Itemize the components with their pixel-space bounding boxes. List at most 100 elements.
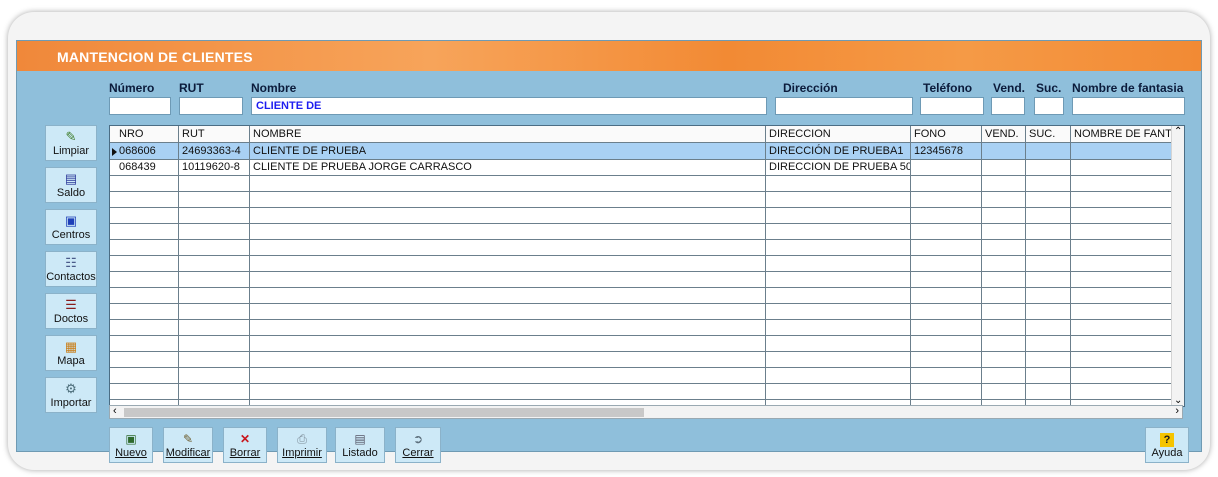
chevron-up-icon[interactable]: ⌃ bbox=[1174, 126, 1182, 137]
empty-table-row[interactable] bbox=[110, 223, 1184, 240]
grid-header: NRO RUT NOMBRE DIRECCION FONO VEND. SUC.… bbox=[110, 126, 1184, 143]
cell-direccion: DIRECCIÓN DE PRUEBA1 bbox=[769, 145, 904, 157]
clientes-window: MANTENCION DE CLIENTES Número RUT Nombre… bbox=[16, 40, 1202, 463]
doctos-label: Doctos bbox=[53, 313, 89, 325]
header-rut: RUT bbox=[179, 81, 204, 95]
header-direccion: Dirección bbox=[783, 81, 838, 95]
mapa-label: Mapa bbox=[57, 355, 85, 367]
empty-table-row[interactable] bbox=[110, 303, 1184, 320]
header-numero: Número bbox=[109, 81, 155, 95]
empty-table-row[interactable] bbox=[110, 239, 1184, 256]
cell-fantasia bbox=[1071, 143, 1173, 159]
empty-table-row[interactable] bbox=[110, 367, 1184, 384]
nuevo-button[interactable]: ▣ Nuevo bbox=[109, 427, 153, 463]
col-rut[interactable]: RUT bbox=[179, 126, 249, 142]
list-icon: ▤ bbox=[354, 432, 366, 446]
cell-vend bbox=[982, 143, 1026, 159]
fantasia-input[interactable] bbox=[1072, 97, 1185, 115]
numero-input[interactable] bbox=[109, 97, 171, 115]
col-divider bbox=[1070, 126, 1071, 406]
doctos-button[interactable]: ☰ Doctos bbox=[45, 293, 97, 329]
horizontal-scrollbar[interactable]: ‹ › bbox=[109, 405, 1183, 419]
col-nro[interactable]: NRO bbox=[116, 126, 176, 142]
cell-nombre: CLIENTE DE PRUEBA bbox=[253, 145, 367, 157]
edit-icon: ✎ bbox=[182, 432, 194, 446]
limpiar-button[interactable]: ✎ Limpiar bbox=[45, 125, 97, 161]
borrar-label: Borrar bbox=[229, 447, 261, 459]
table-row[interactable]: 068439 10119620-8 CLIENTE DE PRUEBA JORG… bbox=[110, 159, 1184, 176]
cell-fono bbox=[911, 159, 981, 175]
empty-table-row[interactable] bbox=[110, 271, 1184, 288]
empty-table-row[interactable] bbox=[110, 191, 1184, 208]
empty-table-row[interactable] bbox=[110, 351, 1184, 368]
table-row[interactable]: 068606 24693363-4 CLIENTE DE PRUEBA DIRE… bbox=[110, 143, 1184, 160]
documents-icon: ☰ bbox=[65, 297, 77, 312]
saldo-button[interactable]: ▤ Saldo bbox=[45, 167, 97, 203]
contactos-button[interactable]: ☷ Contactos bbox=[45, 251, 97, 287]
cell-direccion: DIRECCION DE PRUEBA 50 bbox=[769, 161, 911, 173]
window-frame: MANTENCION DE CLIENTES Número RUT Nombre… bbox=[8, 12, 1210, 470]
empty-table-row[interactable] bbox=[110, 287, 1184, 304]
imprimir-label: Imprimir bbox=[282, 447, 322, 459]
cell-fono: 12345678 bbox=[914, 145, 963, 157]
cell-rut: 10119620-8 bbox=[182, 161, 240, 173]
borrar-button[interactable]: ✕ Borrar bbox=[223, 427, 267, 463]
header-vend: Vend. bbox=[993, 81, 1026, 95]
imprimir-button[interactable]: ⎙ Imprimir bbox=[277, 427, 327, 463]
importar-label: Importar bbox=[50, 397, 92, 409]
empty-table-row[interactable] bbox=[110, 175, 1184, 192]
chevron-left-icon[interactable]: ‹ bbox=[113, 405, 117, 417]
broom-icon: ✎ bbox=[65, 129, 77, 144]
col-divider bbox=[765, 126, 766, 406]
cerrar-button[interactable]: ➲ Cerrar bbox=[395, 427, 441, 463]
vertical-scrollbar[interactable]: ⌃ ⌄ bbox=[1171, 126, 1184, 406]
col-divider bbox=[249, 126, 250, 406]
col-fono[interactable]: FONO bbox=[911, 126, 981, 142]
clients-grid[interactable]: NRO RUT NOMBRE DIRECCION FONO VEND. SUC.… bbox=[109, 125, 1185, 407]
listado-label: Listado bbox=[342, 447, 378, 459]
modificar-label: Modificar bbox=[165, 447, 211, 459]
col-vend[interactable]: VEND. bbox=[982, 126, 1026, 142]
nombre-input[interactable]: CLIENTE DE bbox=[251, 97, 767, 115]
saldo-label: Saldo bbox=[56, 187, 86, 199]
empty-table-row[interactable] bbox=[110, 255, 1184, 272]
col-nombre[interactable]: NOMBRE bbox=[250, 126, 765, 142]
cerrar-label: Cerrar bbox=[402, 447, 434, 459]
contactos-label: Contactos bbox=[46, 271, 96, 283]
ledger-icon: ▤ bbox=[64, 171, 78, 186]
centros-button[interactable]: ▣ Centros bbox=[45, 209, 97, 245]
empty-table-row[interactable] bbox=[110, 207, 1184, 224]
help-icon: ? bbox=[1146, 431, 1188, 447]
cell-suc bbox=[1026, 159, 1071, 175]
modificar-button[interactable]: ✎ Modificar bbox=[163, 427, 213, 463]
importar-button[interactable]: ⚙ Importar bbox=[45, 377, 97, 413]
map-icon: ▦ bbox=[64, 339, 78, 354]
chevron-right-icon[interactable]: › bbox=[1175, 405, 1179, 417]
cell-nro: 068439 bbox=[119, 161, 156, 173]
col-divider bbox=[1025, 126, 1026, 406]
header-telefono: Teléfono bbox=[923, 81, 973, 95]
col-fantasia[interactable]: NOMBRE DE FANTASIA bbox=[1071, 126, 1173, 142]
col-suc[interactable]: SUC. bbox=[1026, 126, 1071, 142]
vend-input[interactable] bbox=[991, 97, 1025, 115]
exit-icon: ➲ bbox=[412, 432, 424, 446]
empty-table-row[interactable] bbox=[110, 319, 1184, 336]
title-bar: MANTENCION DE CLIENTES bbox=[17, 41, 1201, 71]
empty-table-row[interactable] bbox=[110, 383, 1184, 400]
telefono-input[interactable] bbox=[920, 97, 984, 115]
col-divider bbox=[910, 126, 911, 406]
cell-nro: 068606 bbox=[119, 145, 156, 157]
col-divider bbox=[178, 126, 179, 406]
rut-input[interactable] bbox=[179, 97, 243, 115]
mapa-button[interactable]: ▦ Mapa bbox=[45, 335, 97, 371]
col-divider bbox=[981, 126, 982, 406]
col-direccion[interactable]: DIRECCION bbox=[766, 126, 911, 142]
header-suc: Suc. bbox=[1036, 81, 1062, 95]
direccion-input[interactable] bbox=[775, 97, 913, 115]
scroll-thumb[interactable] bbox=[124, 408, 644, 417]
listado-button[interactable]: ▤ Listado bbox=[335, 427, 385, 463]
header-nombre: Nombre bbox=[251, 81, 297, 95]
empty-table-row[interactable] bbox=[110, 335, 1184, 352]
ayuda-button[interactable]: ? Ayuda bbox=[1145, 427, 1189, 463]
suc-input[interactable] bbox=[1034, 97, 1064, 115]
